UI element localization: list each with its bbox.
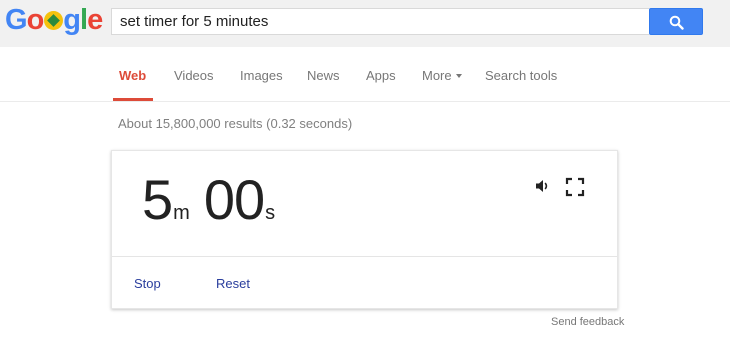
tab-search-tools[interactable]: Search tools [485, 68, 557, 83]
chevron-down-icon [455, 74, 462, 78]
logo-letter-g2: g [63, 4, 81, 36]
reset-button[interactable]: Reset [216, 276, 250, 291]
tab-more-label: More [422, 68, 452, 83]
search-tabs: Web Videos Images News Apps More Search … [0, 47, 730, 102]
logo-letter-e: e [87, 4, 103, 36]
magnifier-icon [669, 15, 684, 30]
soccer-ball-icon [44, 11, 64, 30]
timer-seconds: 00 [203, 168, 265, 231]
logo-letter-l: l [80, 4, 88, 36]
logo-letter-g: G [5, 4, 28, 36]
tab-more[interactable]: More [422, 68, 462, 83]
timer-display: 5m 00s [142, 169, 275, 231]
stop-button[interactable]: Stop [134, 276, 161, 291]
logo-letter-o1: o [26, 4, 45, 36]
top-bar: Go gle [0, 0, 730, 47]
speaker-icon[interactable] [534, 177, 552, 195]
search-box [111, 8, 649, 35]
tab-web[interactable]: Web [119, 68, 146, 83]
card-divider [112, 256, 617, 257]
results-stats: About 15,800,000 results (0.32 seconds) [118, 116, 353, 131]
search-input[interactable] [112, 9, 649, 34]
tab-videos[interactable]: Videos [174, 68, 214, 83]
timer-minutes-unit: m [173, 202, 190, 224]
timer-seconds-unit: s [265, 202, 276, 224]
active-tab-indicator [113, 98, 153, 101]
timer-card: 5m 00s Stop Reset [111, 150, 618, 309]
timer-minutes: 5 [142, 168, 173, 231]
search-button[interactable] [649, 8, 703, 35]
google-doodle-logo[interactable]: Go gle [5, 4, 103, 36]
fullscreen-icon[interactable] [565, 177, 585, 197]
tab-news[interactable]: News [307, 68, 340, 83]
tab-images[interactable]: Images [240, 68, 283, 83]
send-feedback-link[interactable]: Send feedback [551, 316, 624, 328]
tab-apps[interactable]: Apps [366, 68, 396, 83]
